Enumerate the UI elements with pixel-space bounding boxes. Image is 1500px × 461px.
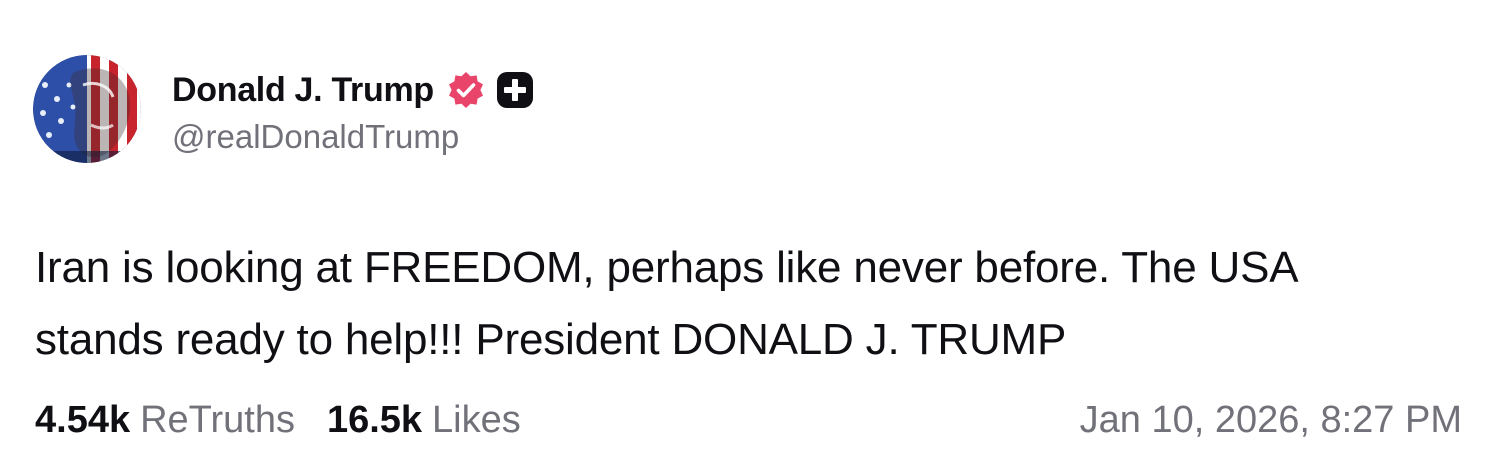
post-text: Iran is looking at FREEDOM, perhaps like… xyxy=(35,232,1475,376)
name-row: Donald J. Trump xyxy=(172,62,534,118)
post-card: Donald J. Trump @realDonaldTrump Iran is… xyxy=(0,0,1500,461)
avatar[interactable] xyxy=(33,55,141,163)
retruths-count: 4.54k xyxy=(35,398,131,441)
post-header: Donald J. Trump @realDonaldTrump xyxy=(33,54,534,164)
retruths-stat[interactable]: 4.54k ReTruths xyxy=(35,399,295,442)
verified-badge-icon xyxy=(446,70,486,110)
post-timestamp[interactable]: Jan 10, 2026, 8:27 PM xyxy=(1080,392,1462,448)
likes-stat[interactable]: 16.5k Likes xyxy=(327,399,521,442)
plus-badge-icon xyxy=(496,71,534,109)
post-text-line: stands ready to help!!! President DONALD… xyxy=(35,315,1067,364)
likes-label: Likes xyxy=(432,398,521,441)
user-handle[interactable]: @realDonaldTrump xyxy=(172,118,534,156)
avatar-image xyxy=(33,55,141,163)
author-identity: Donald J. Trump @realDonaldTrump xyxy=(172,62,534,156)
post-text-line: Iran is looking at FREEDOM, perhaps like… xyxy=(35,243,1299,292)
display-name[interactable]: Donald J. Trump xyxy=(172,71,434,110)
retruths-label: ReTruths xyxy=(140,398,295,441)
post-stats: 4.54k ReTruths 16.5k Likes xyxy=(35,392,521,448)
likes-count: 16.5k xyxy=(326,398,423,441)
